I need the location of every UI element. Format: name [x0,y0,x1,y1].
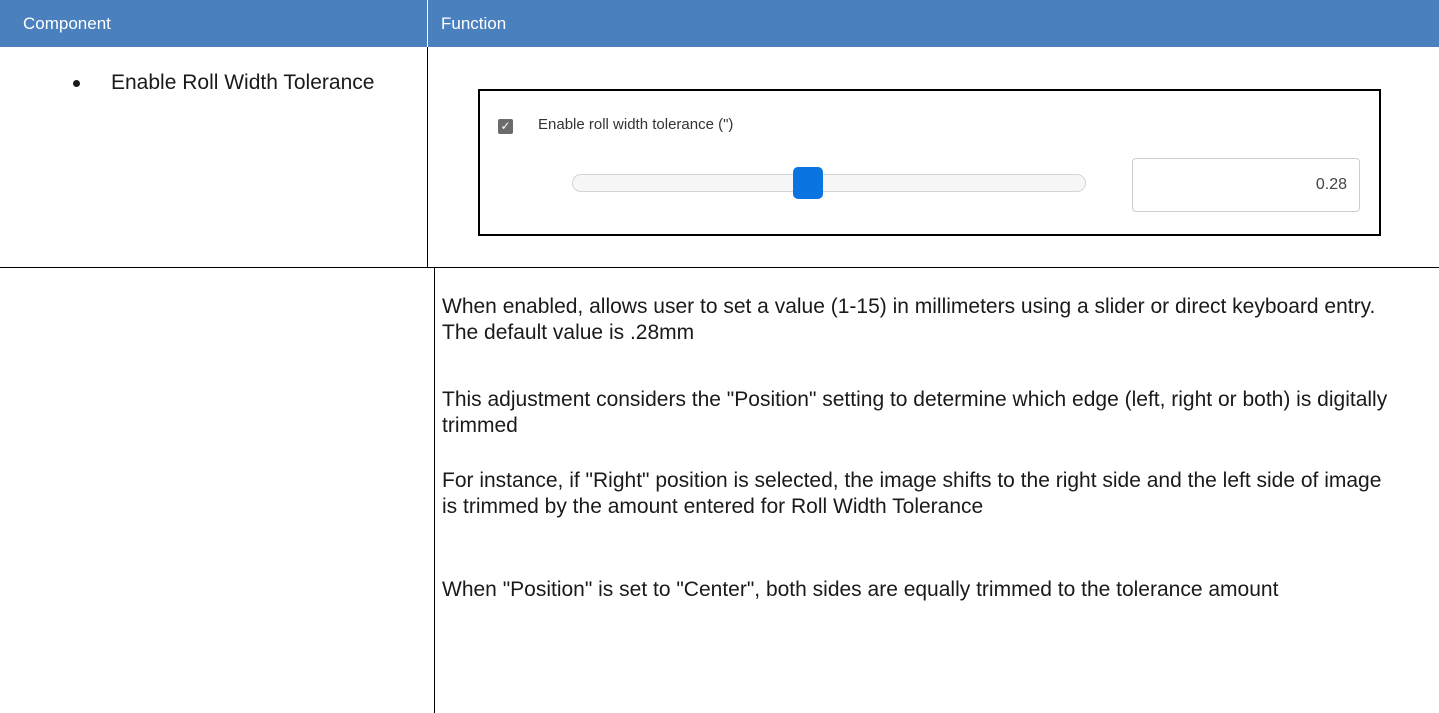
description-paragraph-3: For instance, if "Right" position is sel… [442,469,1382,518]
bullet-dot [73,80,80,87]
header-divider [427,0,428,47]
column-divider-lower-left [434,267,435,713]
tolerance-value-input[interactable] [1132,158,1360,212]
description-paragraph-1: When enabled, allows user to set a value… [442,295,1376,344]
enable-tolerance-checkbox[interactable]: ✓ [498,119,513,134]
tolerance-slider-track[interactable] [572,174,1086,192]
enable-tolerance-label: Enable roll width tolerance (") [538,116,734,133]
column-divider-top [427,47,428,268]
component-name: Enable Roll Width Tolerance [111,71,375,94]
description-paragraph-2: This adjustment considers the "Position"… [442,388,1388,437]
header-function: Function [441,14,507,33]
table-header: Component Function [0,0,1439,47]
header-component: Component [23,14,111,33]
row-divider [0,267,1439,268]
settings-screenshot: ✓ Enable roll width tolerance (") [478,89,1381,236]
tolerance-slider-thumb[interactable] [793,167,824,199]
description-paragraph-4: When "Position" is set to "Center", both… [442,578,1279,601]
